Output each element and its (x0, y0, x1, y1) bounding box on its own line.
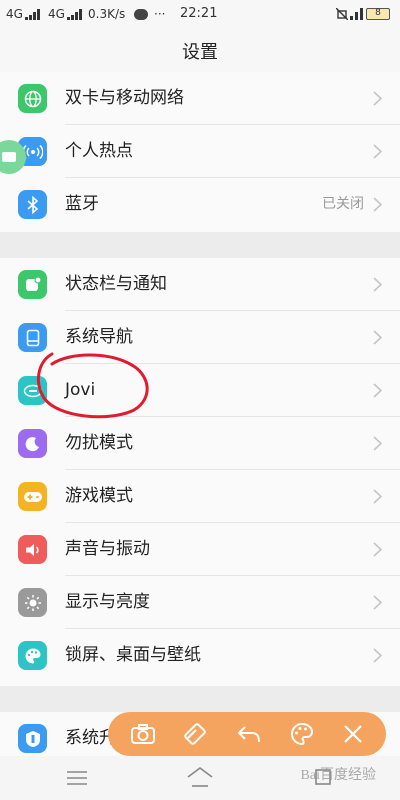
eraser-icon[interactable] (183, 722, 209, 746)
notification-badge-icon (134, 9, 148, 20)
menu-icon[interactable] (66, 770, 88, 786)
chevron-right-icon (373, 648, 382, 663)
settings-group-system: 状态栏与通知 系统导航 Jovi 勿扰模式 游戏模式 声音与振动 显示与亮度 锁… (0, 258, 400, 686)
camera-icon[interactable] (130, 723, 156, 745)
settings-item-bluetooth[interactable]: 蓝牙 已关闭 (0, 178, 400, 231)
clock: 22:21 (180, 6, 218, 21)
chevron-right-icon (373, 330, 382, 345)
chevron-right-icon (373, 277, 382, 292)
chevron-right-icon (373, 91, 382, 106)
settings-item-display[interactable]: 显示与亮度 (0, 576, 400, 629)
settings-item-label: 双卡与移动网络 (65, 88, 184, 108)
page-title: 设置 (0, 30, 400, 78)
globe-icon (18, 84, 47, 113)
annotation-circle (36, 352, 149, 419)
settings-item-dual-sim[interactable]: 双卡与移动网络 (0, 72, 400, 125)
notification-icon (18, 270, 47, 299)
moon-icon (18, 429, 47, 458)
settings-item-game-mode[interactable]: 游戏模式 (0, 470, 400, 523)
settings-item-sound[interactable]: 声音与振动 (0, 523, 400, 576)
settings-item-label: 显示与亮度 (65, 592, 150, 612)
watermark: Bai百度经验 (300, 768, 376, 783)
chevron-right-icon (373, 489, 382, 504)
chevron-right-icon (373, 197, 382, 212)
bluetooth-icon (18, 190, 47, 219)
settings-item-lockscreen[interactable]: 锁屏、桌面与壁纸 (0, 629, 400, 682)
status-bar: 4G 4G 0.3K/s ··· 22:21 8 (0, 0, 400, 30)
chevron-right-icon (373, 542, 382, 557)
palette-icon (18, 641, 47, 670)
network-type-2: 4G (48, 7, 65, 21)
update-icon (18, 724, 47, 753)
settings-group-network: 双卡与移动网络 个人热点 蓝牙 已关闭 (0, 72, 400, 232)
settings-item-status-bar[interactable]: 状态栏与通知 (0, 258, 400, 311)
close-icon[interactable] (342, 723, 364, 745)
speaker-icon (18, 535, 47, 564)
screenshot-edit-toolbar (108, 712, 386, 756)
mute-icon (336, 8, 348, 20)
settings-item-label: 声音与振动 (65, 539, 150, 559)
section-gap (0, 686, 400, 712)
network-type-1: 4G (6, 7, 23, 21)
network-speed: 0.3K/s (88, 7, 126, 21)
gamepad-icon (18, 482, 47, 511)
battery-icon: 8 (366, 8, 390, 20)
settings-item-label: 个人热点 (65, 141, 133, 161)
signal-4g-icon (350, 8, 363, 20)
chevron-right-icon (373, 595, 382, 610)
more-dots: ··· (154, 7, 166, 21)
sun-icon (18, 588, 47, 617)
settings-item-label: 游戏模式 (65, 486, 133, 506)
palette-icon[interactable] (289, 722, 315, 746)
settings-item-hotspot[interactable]: 个人热点 (0, 125, 400, 178)
chevron-right-icon (373, 144, 382, 159)
section-gap (0, 232, 400, 258)
signal-icon (25, 9, 40, 20)
chevron-right-icon (373, 436, 382, 451)
bluetooth-status: 已关闭 (322, 196, 364, 212)
settings-item-label: 蓝牙 (65, 194, 99, 214)
signal-icon-2 (67, 9, 82, 20)
settings-item-label: 锁屏、桌面与壁纸 (65, 645, 201, 665)
home-icon[interactable] (186, 766, 214, 788)
undo-icon[interactable] (236, 723, 262, 745)
chevron-right-icon (373, 383, 382, 398)
settings-item-label: 状态栏与通知 (65, 274, 167, 294)
